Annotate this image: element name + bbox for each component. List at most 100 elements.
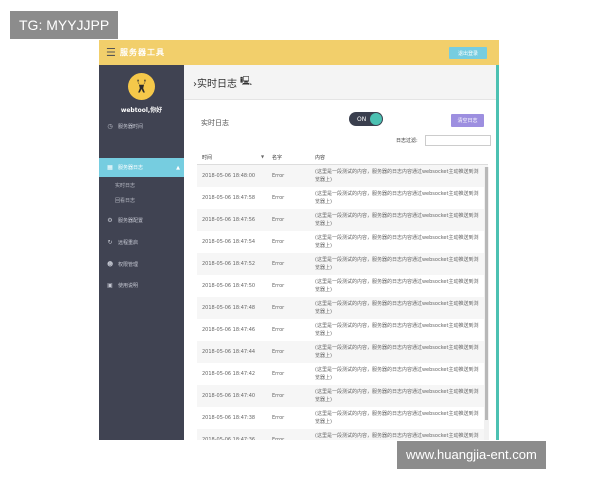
column-header-name[interactable]: 名字 bbox=[272, 154, 282, 161]
cell-time: 2018-05-06 18:48:00 bbox=[202, 173, 256, 179]
cell-name: Error bbox=[272, 217, 285, 223]
cell-content: (这里是一段测试的内容，服务器的日志内容通过websocket主动推送到浏览器上… bbox=[315, 191, 479, 205]
cell-content: (这里是一段测试的内容，服务器的日志内容通过websocket主动推送到浏览器上… bbox=[315, 169, 479, 183]
sidebar-item-server-log[interactable]: ▦ 服务器日志 ▲ bbox=[99, 158, 184, 177]
sidebar-subitem-history-log[interactable]: 回看日志 bbox=[115, 197, 135, 204]
cell-content: (这里是一段测试的内容，服务器的日志内容通过websocket主动推送到浏览器上… bbox=[315, 301, 479, 315]
filter-label: 日志过滤: bbox=[396, 138, 418, 144]
cell-name: Error bbox=[272, 261, 285, 267]
monitor-icon: 🖳 bbox=[240, 77, 253, 87]
cell-name: Error bbox=[272, 283, 285, 289]
cell-name: Error bbox=[272, 195, 285, 201]
sidebar-subitem-realtime-log[interactable]: 实时日志 bbox=[115, 182, 135, 189]
expand-arrow-icon: ▲ bbox=[176, 164, 180, 171]
monitor-icon: ▦ bbox=[107, 164, 113, 171]
table-row: 2018-05-06 18:47:58 Error (这里是一段测试的内容，服务器的… bbox=[197, 187, 488, 209]
sidebar-item-label: 服务器时间 bbox=[118, 124, 144, 130]
table-row: 2018-05-06 18:47:38 Error (这里是一段测试的内容，服务器的… bbox=[197, 407, 488, 429]
cell-name: Error bbox=[272, 327, 285, 333]
logout-button[interactable]: 退出登录 bbox=[449, 47, 487, 59]
sidebar-item-label: 使用说明 bbox=[118, 283, 139, 289]
cell-time: 2018-05-06 18:47:56 bbox=[202, 217, 256, 223]
cell-time: 2018-05-06 18:47:36 bbox=[202, 437, 256, 440]
cell-content: (这里是一段测试的内容，服务器的日志内容通过websocket主动推送到浏览器上… bbox=[315, 279, 479, 293]
table-row: 2018-05-06 18:47:46 Error (这里是一段测试的内容，服务器的… bbox=[197, 319, 488, 341]
book-icon: ▣ bbox=[107, 282, 113, 289]
table-row: 2018-05-06 18:47:40 Error (这里是一段测试的内容，服务器的… bbox=[197, 385, 488, 407]
app-window: ☰ 服务器工具 退出登录 webtool,你好 ◷ 服务器时间 ▦ 服务器日志 … bbox=[99, 40, 499, 440]
table-scrollbar-thumb[interactable] bbox=[485, 167, 488, 420]
sidebar-item-remote-restart[interactable]: ↻ 远程重启 bbox=[99, 233, 184, 252]
realtime-toggle[interactable]: ON bbox=[349, 112, 383, 126]
deer-logo-icon bbox=[137, 79, 146, 93]
cell-content: (这里是一段测试的内容，服务器的日志内容通过websocket主动推送到浏览器上… bbox=[315, 323, 479, 337]
top-bar: ☰ 服务器工具 退出登录 bbox=[99, 40, 499, 65]
cell-time: 2018-05-06 18:47:58 bbox=[202, 195, 256, 201]
column-header-time[interactable]: 时间 bbox=[202, 154, 212, 161]
hamburger-menu-icon[interactable]: ☰ bbox=[106, 46, 116, 59]
sidebar-item-server-time[interactable]: ◷ 服务器时间 bbox=[99, 117, 184, 136]
table-row: 2018-05-06 18:47:54 Error (这里是一段测试的内容，服务器的… bbox=[197, 231, 488, 253]
sidebar-item-label: 服务器日志 bbox=[118, 165, 144, 171]
cell-time: 2018-05-06 18:47:38 bbox=[202, 415, 256, 421]
cell-name: Error bbox=[272, 393, 285, 399]
sidebar-item-label: 权限管理 bbox=[118, 262, 139, 268]
cell-content: (这里是一段测试的内容，服务器的日志内容通过websocket主动推送到浏览器上… bbox=[315, 411, 479, 425]
cell-content: (这里是一段测试的内容，服务器的日志内容通过websocket主动推送到浏览器上… bbox=[315, 257, 479, 271]
table-row: 2018-05-06 18:47:48 Error (这里是一段测试的内容，服务器的… bbox=[197, 297, 488, 319]
table-header: 时间 ▼ 名字 内容 bbox=[197, 149, 488, 165]
cell-name: Error bbox=[272, 349, 285, 355]
table-row: 2018-05-06 18:47:52 Error (这里是一段测试的内容，服务器的… bbox=[197, 253, 488, 275]
user-icon: ☻ bbox=[107, 261, 114, 268]
watermark-top-left: TG: MYYJJPP bbox=[10, 11, 119, 39]
cell-content: (这里是一段测试的内容，服务器的日志内容通过websocket主动推送到浏览器上… bbox=[315, 345, 479, 359]
clear-log-button[interactable]: 清空日志 bbox=[451, 114, 484, 127]
log-table: 时间 ▼ 名字 内容 2018-05-06 18:48:00 Error (这里是一… bbox=[197, 149, 488, 440]
table-row: 2018-05-06 18:47:36 Error (这里是一段测试的内容，服务器的… bbox=[197, 429, 488, 440]
column-header-content[interactable]: 内容 bbox=[315, 154, 325, 161]
avatar[interactable] bbox=[128, 73, 155, 100]
cell-name: Error bbox=[272, 239, 285, 245]
app-title: 服务器工具 bbox=[120, 48, 165, 57]
table-row: 2018-05-06 18:47:56 Error (这里是一段测试的内容，服务器的… bbox=[197, 209, 488, 231]
toggle-label: ON bbox=[357, 115, 367, 123]
table-body: 2018-05-06 18:48:00 Error (这里是一段测试的内容，服务器的… bbox=[197, 165, 488, 440]
page-title: ›实时日志 bbox=[193, 78, 237, 90]
table-row: 2018-05-06 18:47:44 Error (这里是一段测试的内容，服务器的… bbox=[197, 341, 488, 363]
cell-content: (这里是一段测试的内容，服务器的日志内容通过websocket主动推送到浏览器上… bbox=[315, 433, 479, 439]
table-row: 2018-05-06 18:48:00 Error (这里是一段测试的内容，服务器的… bbox=[197, 165, 488, 187]
refresh-icon: ↻ bbox=[107, 239, 113, 246]
sidebar-item-permissions[interactable]: ☻ 权限管理 bbox=[99, 255, 184, 274]
sidebar-item-manual[interactable]: ▣ 使用说明 bbox=[99, 276, 184, 295]
cell-time: 2018-05-06 18:47:44 bbox=[202, 349, 256, 355]
cell-time: 2018-05-06 18:47:48 bbox=[202, 305, 256, 311]
cell-name: Error bbox=[272, 173, 285, 179]
toggle-knob bbox=[370, 113, 382, 125]
cell-name: Error bbox=[272, 437, 285, 440]
table-row: 2018-05-06 18:47:42 Error (这里是一段测试的内容，服务器的… bbox=[197, 363, 488, 385]
sidebar-item-server-config[interactable]: ⚙ 服务器配置 bbox=[99, 211, 184, 230]
cell-content: (这里是一段测试的内容，服务器的日志内容通过websocket主动推送到浏览器上… bbox=[315, 367, 479, 381]
cell-time: 2018-05-06 18:47:46 bbox=[202, 327, 256, 333]
cell-name: Error bbox=[272, 415, 285, 421]
cell-content: (这里是一段测试的内容，服务器的日志内容通过websocket主动推送到浏览器上… bbox=[315, 235, 479, 249]
cell-time: 2018-05-06 18:47:42 bbox=[202, 371, 256, 377]
cell-time: 2018-05-06 18:47:40 bbox=[202, 393, 256, 399]
cell-name: Error bbox=[272, 305, 285, 311]
cell-time: 2018-05-06 18:47:52 bbox=[202, 261, 256, 267]
section-label: 实时日志 bbox=[201, 119, 229, 127]
gears-icon: ⚙ bbox=[107, 217, 113, 224]
main-content: ›实时日志 🖳 实时日志 ON 清空日志 日志过滤: 时间 ▼ 名字 内容 20… bbox=[184, 65, 499, 440]
cell-time: 2018-05-06 18:47:54 bbox=[202, 239, 256, 245]
cell-content: (这里是一段测试的内容，服务器的日志内容通过websocket主动推送到浏览器上… bbox=[315, 213, 479, 227]
log-filter-input[interactable] bbox=[425, 135, 491, 146]
clock-icon: ◷ bbox=[107, 123, 113, 130]
cell-time: 2018-05-06 18:47:50 bbox=[202, 283, 256, 289]
user-name: webtool,你好 bbox=[120, 107, 163, 114]
sidebar-item-label: 远程重启 bbox=[118, 240, 139, 246]
page-header: ›实时日志 🖳 bbox=[184, 65, 499, 100]
table-row: 2018-05-06 18:47:50 Error (这里是一段测试的内容，服务器的… bbox=[197, 275, 488, 297]
sidebar: webtool,你好 ◷ 服务器时间 ▦ 服务器日志 ▲ 实时日志 回看日志 ⚙… bbox=[99, 65, 184, 440]
sidebar-item-label: 服务器配置 bbox=[118, 218, 144, 224]
sort-down-icon[interactable]: ▼ bbox=[261, 154, 264, 159]
